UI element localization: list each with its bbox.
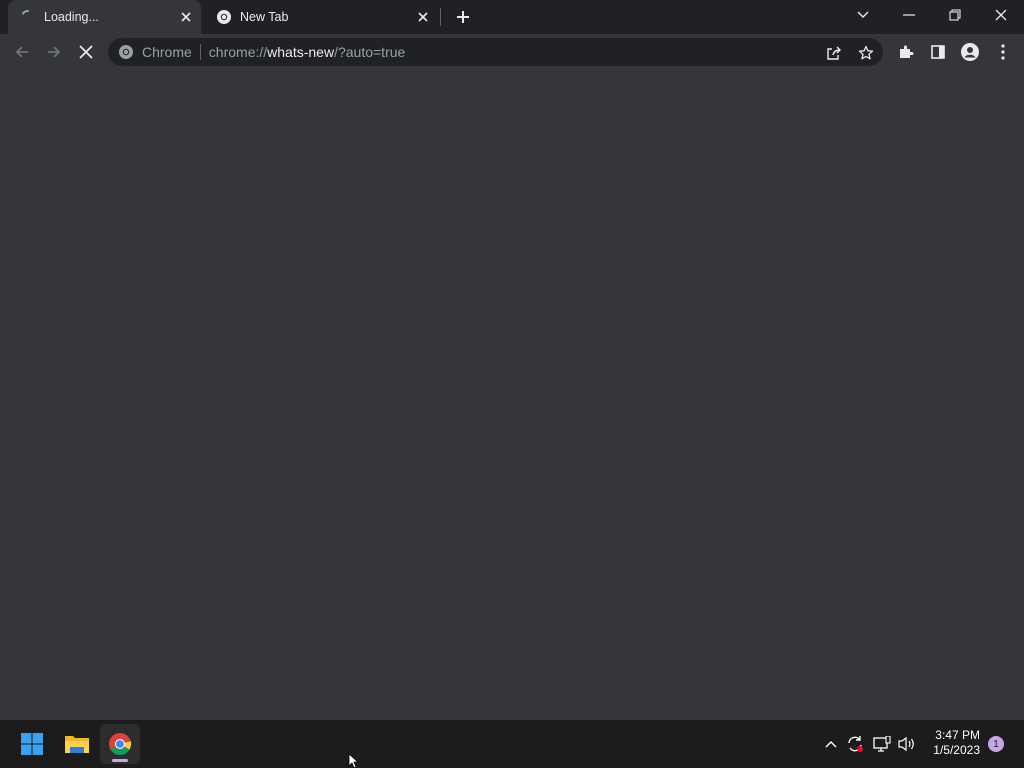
share-icon <box>827 46 841 60</box>
restore-icon <box>949 9 961 21</box>
minimize-icon <box>903 14 915 16</box>
tab-title: New Tab <box>240 10 289 24</box>
side-panel-icon <box>931 45 945 59</box>
clock-time: 3:47 PM <box>935 728 980 742</box>
extensions-button[interactable] <box>892 38 920 66</box>
arrow-left-icon <box>15 46 28 58</box>
restore-button[interactable] <box>932 0 978 30</box>
close-tab-icon[interactable] <box>414 8 432 26</box>
tab-new-tab[interactable]: New Tab <box>204 0 438 34</box>
back-button[interactable] <box>8 38 36 66</box>
close-icon <box>79 45 93 59</box>
url-host: whats-new <box>267 44 335 60</box>
avatar-icon <box>961 43 979 61</box>
chrome-icon <box>109 733 132 755</box>
sync-icon <box>848 736 863 752</box>
plus-icon <box>457 11 469 23</box>
clock[interactable]: 3:47 PM 1/5/2023 <box>920 728 980 758</box>
active-app-indicator <box>112 759 128 762</box>
folder-icon <box>65 736 89 753</box>
side-panel-button[interactable] <box>924 38 952 66</box>
url-scheme: chrome:// <box>208 44 268 60</box>
close-tab-icon[interactable] <box>177 8 195 26</box>
url-path: /?auto=true <box>334 44 406 60</box>
chrome-taskbar-button[interactable] <box>100 724 140 764</box>
profile-button[interactable] <box>956 38 984 66</box>
chip-divider <box>199 44 201 60</box>
network-icon <box>873 736 891 752</box>
chevron-up-icon <box>825 741 837 748</box>
show-hidden-icons-button[interactable] <box>820 732 842 756</box>
site-chip-label: Chrome <box>142 44 192 60</box>
menu-button[interactable] <box>989 38 1017 66</box>
windows-icon <box>21 733 43 755</box>
chevron-down-icon <box>857 11 869 18</box>
chrome-icon <box>119 45 133 59</box>
arrow-right-icon <box>48 46 61 58</box>
notification-badge[interactable]: 1 <box>988 736 1004 752</box>
clock-date: 1/5/2023 <box>933 743 980 757</box>
browser-toolbar: Chrome chrome://whats-new/?auto=true <box>0 34 1024 71</box>
page-content <box>0 71 1024 720</box>
tab-search-button[interactable] <box>840 0 886 30</box>
network-tray-button[interactable] <box>871 732 893 756</box>
stop-loading-button[interactable] <box>72 38 100 66</box>
volume-tray-button[interactable] <box>896 732 918 756</box>
close-window-button[interactable] <box>978 0 1024 30</box>
start-button[interactable] <box>12 724 52 764</box>
tab-loading[interactable]: Loading... <box>8 0 201 34</box>
file-explorer-button[interactable] <box>57 724 97 764</box>
tab-title: Loading... <box>44 10 99 24</box>
minimize-button[interactable] <box>886 0 932 30</box>
new-tab-button[interactable] <box>451 5 475 29</box>
bookmark-button[interactable] <box>855 42 877 64</box>
puzzle-icon <box>900 45 914 58</box>
sync-tray-button[interactable] <box>844 732 866 756</box>
close-icon <box>995 9 1007 21</box>
tab-strip: Loading... New Tab <box>0 0 1024 34</box>
loading-spinner-icon <box>22 10 29 15</box>
chrome-icon <box>217 10 231 24</box>
speaker-icon <box>898 736 914 752</box>
star-icon <box>858 45 874 60</box>
mouse-cursor-icon <box>348 754 360 768</box>
more-vert-icon <box>1001 44 1005 60</box>
tab-divider <box>440 8 441 26</box>
forward-button[interactable] <box>40 38 68 66</box>
address-bar[interactable]: Chrome chrome://whats-new/?auto=true <box>108 38 883 66</box>
share-button[interactable] <box>823 42 845 64</box>
taskbar: 3:47 PM 1/5/2023 1 <box>0 720 1024 768</box>
